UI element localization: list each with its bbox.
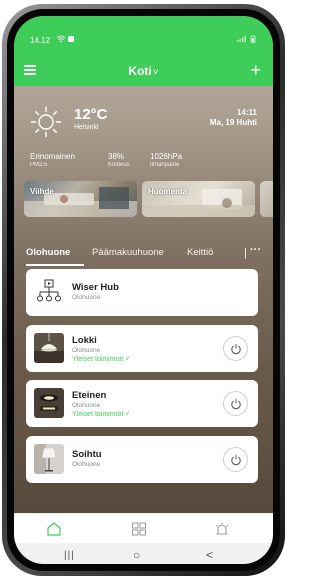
ceiling-light-icon: [34, 388, 64, 418]
scene-card-partial[interactable]: [260, 181, 273, 217]
room-tabs: Olohuone Päämakuuhuone Keittiö ···: [14, 244, 273, 266]
device-card-soihtu[interactable]: Soihtu Olohuone: [26, 436, 258, 483]
common-actions-link[interactable]: Yleiset toiminnot ˅: [72, 411, 129, 418]
metric-pm25: Erinomainen PM2.5: [30, 152, 75, 168]
city: Helsinki: [74, 124, 99, 131]
metric-label: Ilmanpaine: [150, 162, 180, 168]
notification-icons: [56, 35, 76, 45]
alarm-icon[interactable]: [214, 521, 230, 537]
wifi-icon: [56, 35, 74, 43]
app-header: Koti˅ +: [14, 56, 273, 86]
app-screen: 14.12 Koti˅ + 12°C Helsinki 14:11 Ma, 19…: [14, 16, 273, 564]
device-name: Lokki: [72, 335, 97, 346]
scene-label: Huomenta: [148, 187, 188, 196]
device-card-eteinen[interactable]: Eteinen Olohuone Yleiset toiminnot ˅: [26, 380, 258, 427]
more-rooms-button[interactable]: ···: [250, 244, 261, 256]
device-room: Olohuone: [72, 347, 101, 354]
tab-divider: [245, 248, 246, 259]
device-room: Olohuone: [72, 402, 101, 409]
metric-value: 1026hPa: [150, 152, 183, 161]
signal-battery-icons: [237, 35, 259, 45]
system-navigation-bar: ||| ○ <: [14, 543, 273, 564]
metric-value: 38%: [108, 152, 125, 161]
tab-paamakuuhuone[interactable]: Päämakuuhuone: [92, 247, 164, 258]
date: Ma, 19 Huhti: [209, 118, 257, 127]
metric-label: PM2.5: [30, 162, 48, 168]
home-selector[interactable]: Koti˅: [14, 64, 273, 78]
back-button[interactable]: <: [206, 548, 213, 562]
power-icon: [231, 399, 241, 410]
sun-icon: [30, 106, 62, 138]
power-icon: [231, 344, 241, 355]
chevron-down-icon: ˅: [152, 67, 159, 78]
power-icon: [231, 455, 241, 466]
pendant-lamp-icon: [34, 333, 64, 363]
device-name: Wiser Hub: [72, 282, 119, 293]
weather-panel: 12°C Helsinki 14:11 Ma, 19 Huhti Erinoma…: [14, 86, 273, 186]
device-name: Eteinen: [72, 390, 107, 401]
device-card-wiser-hub[interactable]: Wiser Hub Olohuone: [26, 269, 258, 316]
floor-lamp-icon: [34, 444, 64, 474]
devices-grid-icon[interactable]: [131, 521, 147, 537]
active-tab-indicator: [26, 264, 84, 266]
add-icon[interactable]: +: [250, 60, 261, 80]
device-card-lokki[interactable]: Lokki Olohuone Yleiset toiminnot ˅: [26, 325, 258, 372]
device-room: Olohuone: [72, 461, 101, 468]
scene-label: Viihde: [30, 187, 54, 196]
scene-card-viihde[interactable]: Viihde: [24, 181, 137, 217]
home-icon[interactable]: [46, 521, 62, 537]
power-button[interactable]: [223, 447, 248, 472]
status-time: 14.12: [30, 36, 51, 45]
page-title: Koti: [128, 64, 152, 78]
status-bar: 14.12: [14, 16, 273, 56]
common-actions-link[interactable]: Yleiset toiminnot ˅: [72, 356, 129, 363]
metric-pressure: 1026hPa Ilmanpaine: [150, 152, 182, 168]
scene-card-huomenta[interactable]: Huomenta: [142, 181, 255, 217]
bottom-navigation: [14, 513, 273, 543]
home-button[interactable]: ○: [133, 548, 140, 562]
metric-humidity: 38% Kosteus: [108, 152, 130, 168]
power-button[interactable]: [223, 391, 248, 416]
power-button[interactable]: [223, 336, 248, 361]
metric-label: Kosteus: [108, 162, 130, 168]
hub-icon: [37, 279, 61, 302]
metric-value: Erinomainen: [30, 152, 75, 161]
device-name: Soihtu: [72, 449, 102, 460]
phone-frame: 14.12 Koti˅ + 12°C Helsinki 14:11 Ma, 19…: [2, 4, 285, 576]
device-room: Olohuone: [72, 294, 101, 301]
phone-bezel: 14.12 Koti˅ + 12°C Helsinki 14:11 Ma, 19…: [7, 9, 280, 571]
scenes-carousel: Viihde Huomenta: [24, 181, 273, 218]
recents-button[interactable]: |||: [64, 550, 75, 561]
tab-keittio[interactable]: Keittiö: [187, 247, 213, 258]
tab-olohuone[interactable]: Olohuone: [26, 247, 70, 258]
clock: 14:11: [236, 108, 257, 117]
temperature: 12°C: [74, 106, 108, 123]
signal-icon: [237, 35, 256, 43]
